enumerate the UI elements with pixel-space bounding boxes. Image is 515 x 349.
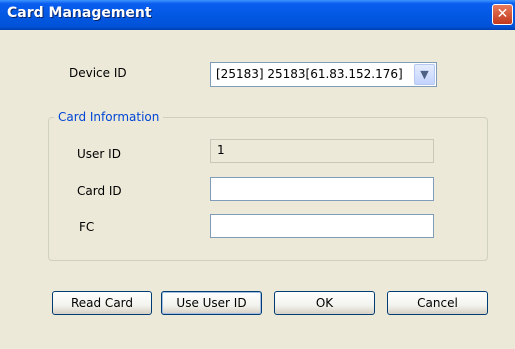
title-bar[interactable]: Card Management ✕	[0, 0, 515, 30]
fc-label: FC	[79, 220, 95, 234]
card-information-legend: Card Information	[54, 110, 164, 124]
card-id-label: Card ID	[77, 184, 122, 198]
close-icon: ✕	[496, 6, 509, 22]
cancel-button[interactable]: Cancel	[387, 291, 488, 315]
close-button[interactable]: ✕	[492, 4, 513, 25]
card-id-input[interactable]	[210, 177, 434, 201]
device-id-select[interactable]: [25183] 25183[61.83.152.176] ▼	[210, 62, 437, 87]
window-title: Card Management	[7, 5, 152, 21]
device-id-selected-value: [25183] 25183[61.83.152.176]	[216, 67, 403, 81]
user-id-field: 1	[210, 139, 434, 163]
fc-input[interactable]	[210, 214, 434, 238]
card-management-dialog: Card Management ✕ Device ID [25183] 2518…	[0, 0, 515, 349]
device-id-label: Device ID	[69, 66, 127, 80]
read-card-button[interactable]: Read Card	[52, 291, 152, 315]
use-user-id-button[interactable]: Use User ID	[161, 291, 262, 315]
chevron-down-icon[interactable]: ▼	[414, 64, 435, 85]
ok-button[interactable]: OK	[274, 291, 375, 315]
user-id-label: User ID	[77, 147, 121, 161]
